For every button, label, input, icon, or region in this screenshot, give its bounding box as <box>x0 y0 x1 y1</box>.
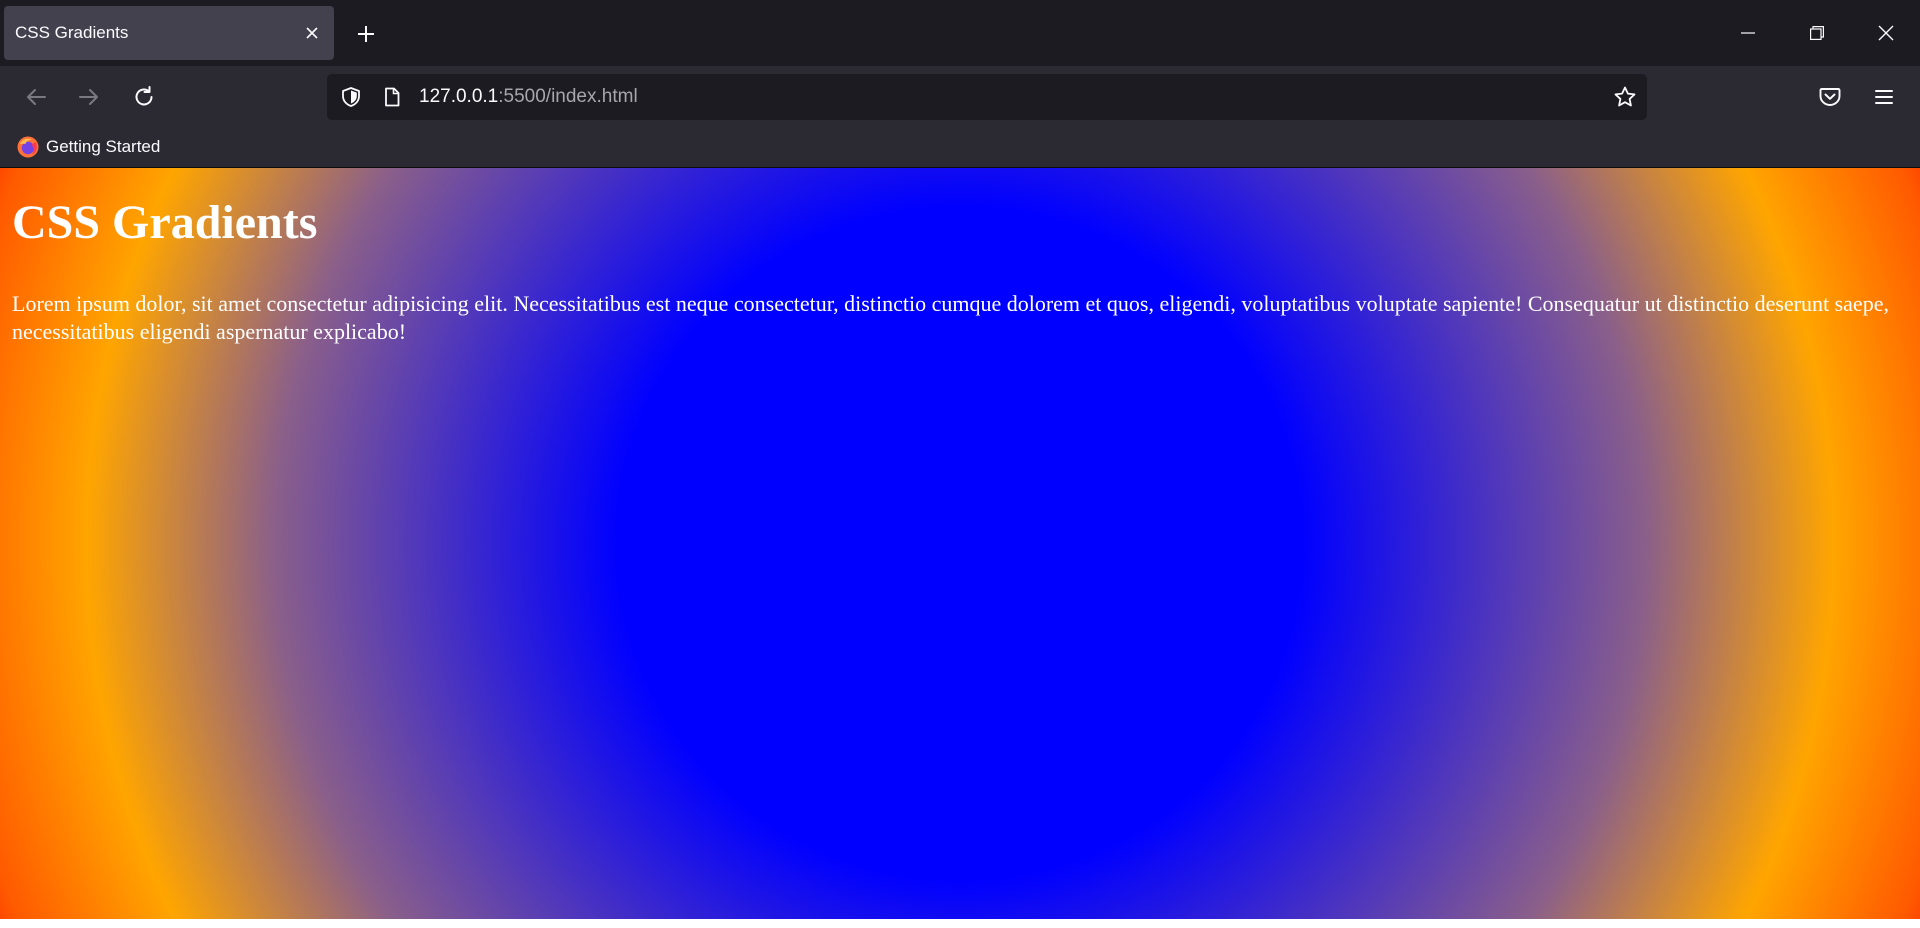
tab-title: CSS Gradients <box>15 23 129 42</box>
page-viewport: CSS Gradients Lorem ipsum dolor, sit ame… <box>0 168 1920 919</box>
url-host: 127.0.0.1 <box>419 86 499 107</box>
star-icon[interactable] <box>1611 83 1639 111</box>
back-button[interactable] <box>18 79 54 115</box>
url-path: :5500/index.html <box>498 86 638 107</box>
bookmark-getting-started[interactable]: Getting Started <box>16 132 160 162</box>
arrow-right-icon <box>78 86 100 108</box>
pocket-button[interactable] <box>1812 79 1848 115</box>
reload-icon <box>132 85 156 109</box>
bookmark-label: Getting Started <box>46 137 161 156</box>
url-text[interactable]: 127.0.0.1:5500/index.html <box>419 74 638 120</box>
page-icon[interactable] <box>378 83 406 111</box>
reload-button[interactable] <box>126 79 162 115</box>
window-close-button[interactable] <box>1852 0 1920 66</box>
browser-window: CSS Gradients 127.0.0.1:5500/index.html … <box>0 0 1920 928</box>
minimize-button[interactable] <box>1714 0 1782 66</box>
firefox-icon <box>16 135 40 159</box>
arrow-left-icon <box>25 86 47 108</box>
new-tab-button[interactable] <box>350 18 382 50</box>
url-bar[interactable]: 127.0.0.1:5500/index.html <box>327 74 1647 120</box>
pocket-icon <box>1818 85 1842 109</box>
navigation-toolbar: 127.0.0.1:5500/index.html <box>0 66 1920 128</box>
minimize-icon <box>1741 26 1755 40</box>
page-paragraph: Lorem ipsum dolor, sit amet consectetur … <box>12 291 1889 344</box>
restore-button[interactable] <box>1783 0 1851 66</box>
restore-icon <box>1810 26 1824 40</box>
hamburger-menu-icon <box>1873 86 1895 108</box>
page-heading: CSS Gradients <box>12 196 318 249</box>
bookmarks-toolbar: Getting Started <box>0 128 1920 168</box>
close-icon <box>1878 25 1894 41</box>
app-menu-button[interactable] <box>1866 79 1902 115</box>
close-icon[interactable] <box>300 21 324 45</box>
tab-css-gradients[interactable]: CSS Gradients <box>4 6 334 60</box>
forward-button[interactable] <box>71 79 107 115</box>
tab-strip: CSS Gradients <box>0 0 1920 66</box>
shield-icon[interactable] <box>337 83 365 111</box>
plus-icon <box>356 24 376 44</box>
